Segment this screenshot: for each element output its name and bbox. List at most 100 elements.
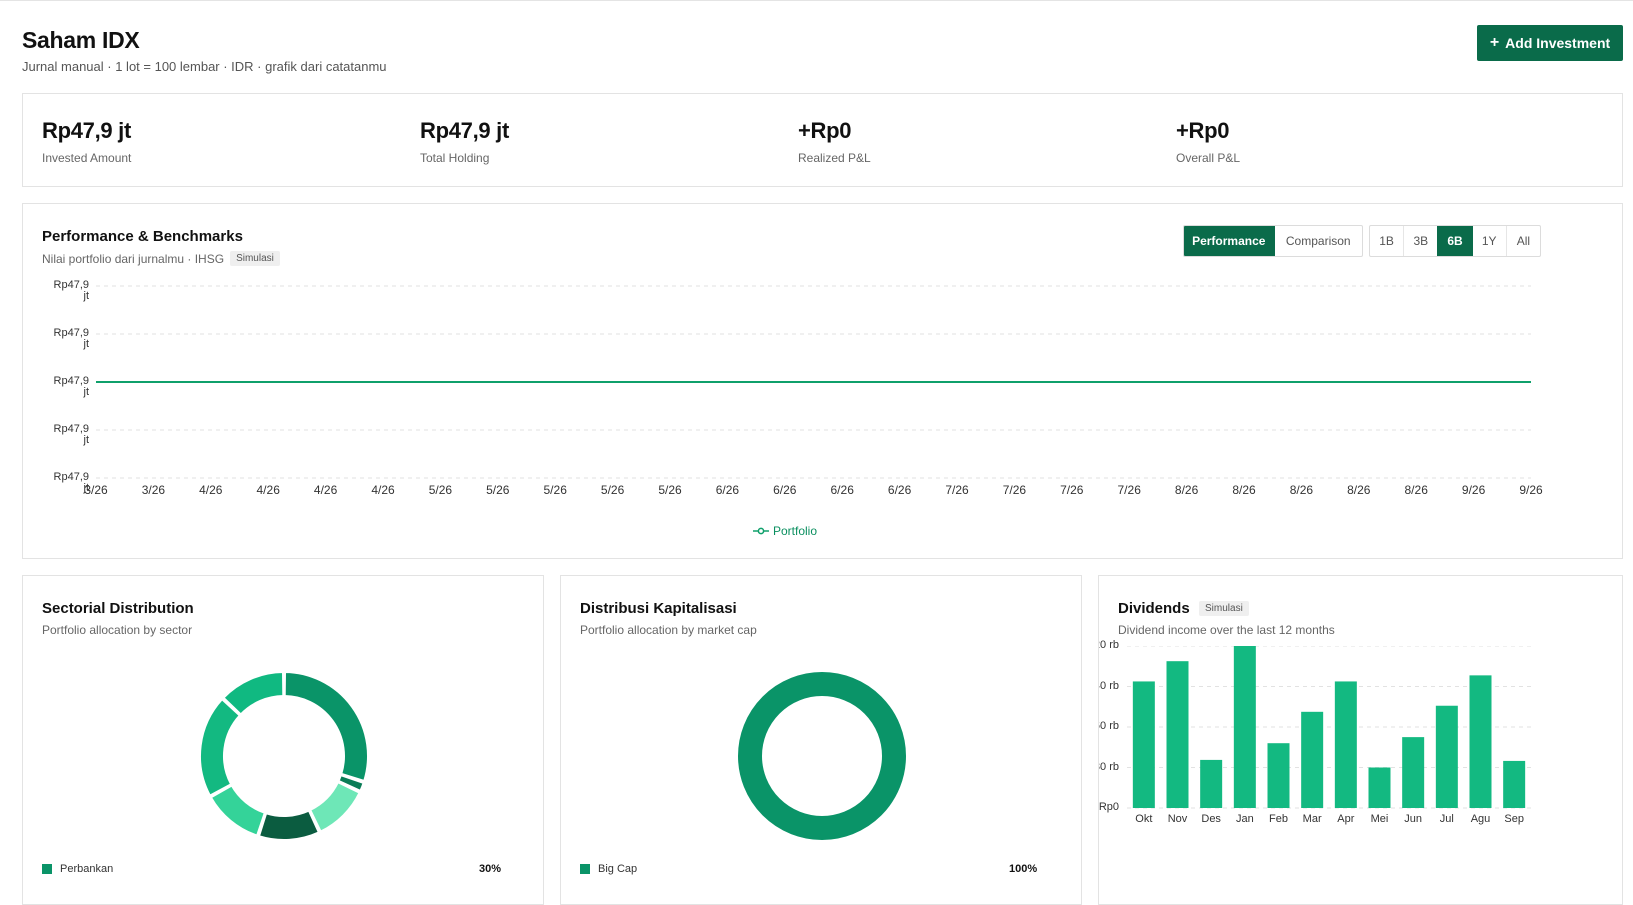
legend-label: Perbankan bbox=[60, 863, 114, 875]
stat-label: Invested Amount bbox=[42, 151, 132, 165]
dividend-bar bbox=[1368, 767, 1391, 808]
dividend-bar bbox=[1132, 681, 1155, 808]
stat-value: +Rp0 bbox=[798, 118, 852, 143]
dividend-bar bbox=[1435, 705, 1458, 808]
x-tick-label: 6/26 bbox=[887, 483, 912, 497]
x-tick-label: 9/26 bbox=[1519, 483, 1543, 497]
y-tick-label: Rp47,9 jt bbox=[53, 327, 89, 350]
range-all[interactable]: All bbox=[1505, 226, 1540, 256]
performance-legend[interactable]: Portfolio bbox=[753, 524, 817, 538]
donut-slice bbox=[738, 672, 906, 840]
cap-title: Distribusi Kapitalisasi bbox=[580, 600, 737, 617]
x-tick-label: 5/26 bbox=[543, 483, 567, 497]
sector-donut-chart bbox=[199, 670, 369, 841]
sector-subtitle: Portfolio allocation by sector bbox=[42, 623, 193, 637]
x-tick-label: 5/26 bbox=[486, 483, 510, 497]
tab-performance[interactable]: Performance bbox=[1184, 226, 1274, 256]
dividend-bar bbox=[1301, 711, 1324, 808]
dividends-subtitle: Dividend income over the last 12 months bbox=[1118, 623, 1335, 637]
dividend-bar bbox=[1402, 737, 1425, 808]
x-tick-label: 7/26 bbox=[1060, 483, 1084, 497]
tab-comparison[interactable]: Comparison bbox=[1273, 226, 1363, 256]
x-tick-label: Jan bbox=[1235, 813, 1254, 825]
x-tick-label: 5/26 bbox=[600, 483, 625, 497]
cap-legend-pct: 100% bbox=[1009, 863, 1038, 875]
x-tick-label: 6/26 bbox=[715, 483, 740, 497]
add-investment-button[interactable]: + Add Investment bbox=[1477, 25, 1623, 61]
simulasi-badge: Simulasi bbox=[230, 251, 280, 266]
x-tick-label: Feb bbox=[1269, 813, 1288, 825]
performance-card: Performance & Benchmarks Nilai portfolio… bbox=[22, 203, 1623, 559]
x-tick-label: Okt bbox=[1135, 813, 1153, 825]
donut-slice bbox=[283, 670, 369, 783]
x-tick-label: 5/26 bbox=[428, 483, 453, 497]
x-tick-label: Mar bbox=[1302, 813, 1322, 825]
cap-legend-item[interactable]: Big Cap bbox=[580, 863, 637, 875]
range-1b[interactable]: 1B bbox=[1370, 226, 1403, 256]
performance-chart bbox=[96, 285, 1531, 479]
range-toggle: 1B 3B 6B 1Y All bbox=[1369, 225, 1541, 257]
y-tick-label: Rp47,9 jt bbox=[53, 375, 89, 398]
cap-donut-chart bbox=[738, 672, 906, 840]
x-tick-label: 4/26 bbox=[256, 483, 280, 497]
page-subtitle: Jurnal manual · 1 lot = 100 lembar · IDR… bbox=[22, 59, 387, 74]
stat-label: Overall P&L bbox=[1176, 151, 1241, 165]
x-tick-label: 7/26 bbox=[945, 483, 969, 497]
x-tick-label: Nov bbox=[1167, 813, 1188, 825]
page-title: Saham IDX bbox=[22, 27, 140, 53]
y-tick-label: Rp47,9 jt bbox=[53, 423, 89, 446]
x-tick-label: 8/26 bbox=[1289, 483, 1314, 497]
x-tick-label: 9/26 bbox=[1461, 483, 1486, 497]
range-6b[interactable]: 6B bbox=[1437, 226, 1472, 256]
dividend-bar bbox=[1200, 759, 1223, 808]
portfolio-legend-label: Portfolio bbox=[773, 524, 818, 538]
dividend-bar bbox=[1233, 646, 1256, 808]
x-tick-label: Des bbox=[1201, 813, 1221, 825]
x-tick-label: 4/26 bbox=[199, 483, 223, 497]
cap-subtitle: Portfolio allocation by market cap bbox=[580, 623, 757, 637]
y-tick-label: Rp47,9 jt bbox=[53, 471, 89, 494]
sector-legend-item[interactable]: Perbankan bbox=[42, 863, 113, 875]
summary-stats-card: Rp47,9 jt Invested Amount Rp47,9 jt Tota… bbox=[22, 93, 1623, 187]
top-border bbox=[0, 0, 1633, 1]
x-tick-label: 8/26 bbox=[1347, 483, 1371, 497]
stat-label: Realized P&L bbox=[798, 151, 871, 165]
plus-icon: + bbox=[1489, 34, 1500, 51]
stat-label: Total Holding bbox=[420, 151, 490, 165]
dividend-bar bbox=[1503, 760, 1526, 808]
x-tick-label: 5/26 bbox=[658, 483, 682, 497]
dividend-bar bbox=[1166, 661, 1189, 808]
x-tick-label: 4/26 bbox=[313, 483, 338, 497]
sector-title: Sectorial Distribution bbox=[42, 600, 194, 617]
sectorial-distribution-card: Sectorial Distribution Portfolio allocat… bbox=[22, 575, 544, 905]
dividends-card: Dividends Simulasi Dividend income over … bbox=[1098, 575, 1623, 905]
performance-title: Performance & Benchmarks bbox=[42, 228, 243, 245]
x-tick-label: 6/26 bbox=[830, 483, 854, 497]
donut-slice bbox=[209, 784, 267, 837]
x-tick-label: Jul bbox=[1439, 813, 1454, 825]
range-3b[interactable]: 3B bbox=[1403, 226, 1437, 256]
x-tick-label: 6/26 bbox=[773, 483, 797, 497]
performance-subtitle-text: Nilai portfolio dari jurnalmu · IHSG bbox=[42, 251, 225, 266]
performance-subtitle: Nilai portfolio dari jurnalmu · IHSG Sim… bbox=[42, 251, 280, 266]
x-tick-label: Agu bbox=[1470, 813, 1491, 825]
view-toggle: Performance Comparison bbox=[1183, 225, 1363, 257]
stat-invested: Rp47,9 jt Invested Amount bbox=[42, 118, 131, 165]
legend-swatch bbox=[580, 864, 590, 874]
x-tick-label: Apr bbox=[1337, 813, 1355, 825]
stat-value: +Rp0 bbox=[1176, 118, 1230, 143]
x-tick-label: 8/26 bbox=[1174, 483, 1199, 497]
donut-slice bbox=[257, 809, 321, 841]
donut-slice bbox=[199, 697, 242, 797]
x-tick-label: 7/26 bbox=[1002, 483, 1027, 497]
legend-swatch bbox=[42, 864, 52, 874]
x-tick-label: Jun bbox=[1404, 813, 1423, 825]
stat-realized-pl: +Rp0 Realized P&L bbox=[798, 118, 871, 165]
x-tick-label: 7/26 bbox=[1117, 483, 1141, 497]
dividend-bar bbox=[1267, 743, 1290, 808]
range-1y[interactable]: 1Y bbox=[1471, 226, 1506, 256]
x-tick-label: 4/26 bbox=[371, 483, 395, 497]
x-tick-label: Mei bbox=[1370, 813, 1389, 825]
x-tick-label: 8/26 bbox=[1232, 483, 1256, 497]
donut-slice bbox=[308, 780, 361, 833]
